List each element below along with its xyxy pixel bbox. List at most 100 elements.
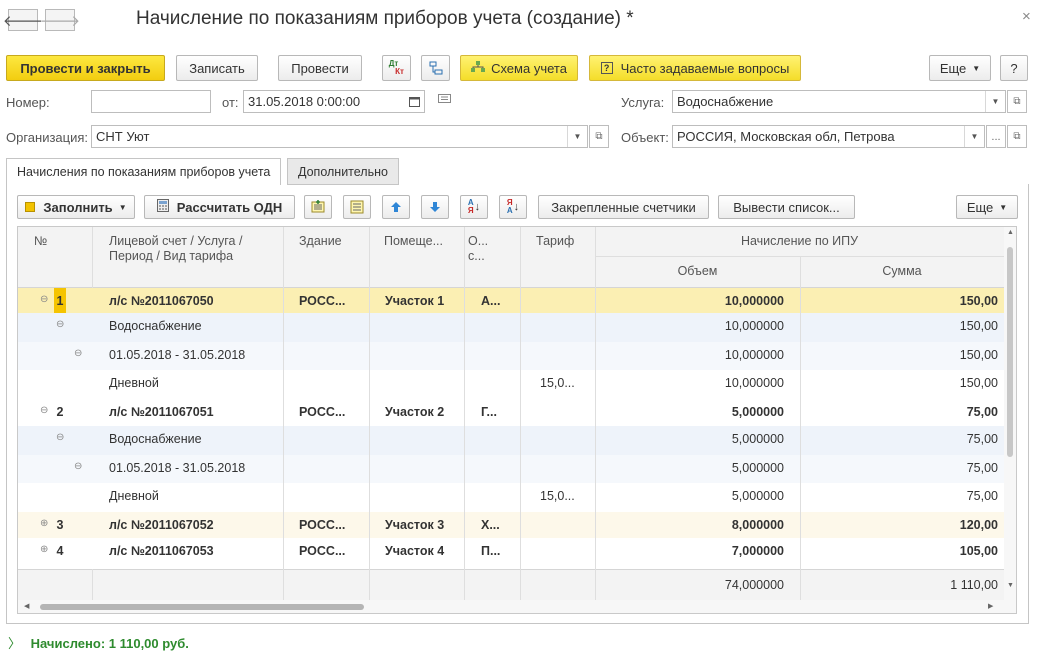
collapse-icon[interactable]: ⊖	[74, 348, 82, 359]
row-room: Участок 3	[385, 518, 445, 532]
object-open-button[interactable]: ⧉	[1007, 125, 1027, 148]
object-select-dots-button[interactable]: ...	[986, 125, 1006, 148]
dt-kt-button[interactable]: Дт Кт	[382, 55, 411, 81]
tab-additional[interactable]: Дополнительно	[287, 158, 399, 185]
col-divider	[92, 227, 93, 288]
vertical-scrollbar[interactable]: ▲ ▼	[1004, 227, 1016, 600]
chevron-right-icon: 〉	[8, 636, 22, 651]
header-account[interactable]: Лицевой счет / Услуга / Период / Вид тар…	[109, 234, 242, 264]
calculator-icon	[156, 199, 169, 215]
status-line[interactable]: 〉 Начислено: 1 110,00 руб.	[8, 633, 189, 652]
object-select[interactable]: РОССИЯ, Московская обл, Петрова ▼	[672, 125, 985, 148]
table-row[interactable]: ⊖ 1 л/с №2011067050 РОСС... Участок 1 А... 10,…	[18, 288, 1004, 314]
table-row[interactable]: ⊖ 01.05.2018 - 31.05.2018 5,000000 75,00	[18, 455, 1004, 483]
move-up-button[interactable]	[382, 195, 410, 219]
add-group-button[interactable]	[304, 195, 332, 219]
more-button[interactable]: Еще ▼	[929, 55, 991, 81]
save-button[interactable]: Записать	[176, 55, 258, 81]
row-sum: 75,00	[966, 405, 998, 419]
table-row[interactable]: Дневной 15,0... 10,000000 150,00	[18, 370, 1004, 399]
col-divider	[283, 227, 284, 600]
organization-open-button[interactable]: ⧉	[589, 125, 609, 148]
fill-button[interactable]: Заполнить ▼	[17, 195, 135, 219]
table-row[interactable]: ⊖ Водоснабжение 10,000000 150,00	[18, 313, 1004, 342]
arrow-right-icon: 🡒	[39, 12, 81, 30]
header-num[interactable]: №	[34, 234, 47, 249]
collapse-icon[interactable]: ⊖	[56, 319, 64, 330]
calendar-icon[interactable]	[404, 91, 424, 112]
accounting-scheme-button[interactable]: Схема учета	[460, 55, 578, 81]
print-list-button[interactable]: Вывести список...	[718, 195, 855, 219]
list-options-button[interactable]	[343, 195, 371, 219]
table-more-label: Еще	[966, 199, 994, 215]
collapse-icon[interactable]: ⊖	[74, 461, 82, 472]
collapse-icon[interactable]: ⊖	[40, 294, 48, 305]
scroll-right-icon[interactable]: ▶	[988, 602, 993, 610]
calc-odn-label: Рассчитать ОДН	[176, 199, 283, 215]
chevron-down-icon[interactable]: ▼	[985, 91, 1005, 112]
chevron-down-icon[interactable]: ▼	[567, 126, 587, 147]
fixed-meters-button[interactable]: Закрепленные счетчики	[538, 195, 709, 219]
row-name: Дневной	[109, 376, 159, 390]
forward-button[interactable]: 🡒	[40, 9, 80, 31]
date-field[interactable]: 31.05.2018 0:00:00	[243, 90, 425, 113]
header-building[interactable]: Здание	[299, 234, 342, 249]
row-volume: 5,000000	[731, 405, 784, 419]
header-ipu[interactable]: Начисление по ИПУ	[595, 234, 1004, 249]
table-row[interactable]: ⊖ 2 л/с №2011067051 РОСС... Участок 2 Г... 5,0…	[18, 399, 1004, 426]
post-button[interactable]: Провести	[278, 55, 362, 81]
service-select[interactable]: Водоснабжение ▼	[672, 90, 1006, 113]
service-open-button[interactable]: ⧉	[1007, 90, 1027, 113]
structure-button[interactable]	[421, 55, 450, 81]
header-sum[interactable]: Сумма	[800, 264, 1004, 279]
table-row[interactable]: ⊕ 3 л/с №2011067052 РОСС... Участок 3 Х... 8,0…	[18, 512, 1004, 538]
expand-icon[interactable]: ⊕	[40, 518, 48, 529]
scroll-left-icon[interactable]: ◀	[24, 602, 29, 610]
post-and-close-button[interactable]: Провести и закрыть	[6, 55, 165, 81]
header-room[interactable]: Помеще...	[384, 234, 443, 249]
row-sum: 150,00	[959, 348, 998, 362]
row-room: Участок 1	[385, 294, 445, 308]
comment-icon[interactable]	[438, 94, 451, 108]
number-field[interactable]	[91, 90, 211, 113]
sort-asc-button[interactable]: А Я ↓	[460, 195, 488, 219]
header-account-line2: Период / Вид тарифа	[109, 249, 234, 263]
collapse-icon[interactable]: ⊖	[56, 432, 64, 443]
calc-odn-button[interactable]: Рассчитать ОДН	[144, 195, 295, 219]
charges-table[interactable]: № Лицевой счет / Услуга / Период / Вид т…	[17, 226, 1017, 614]
row-volume: 10,000000	[724, 376, 784, 390]
hierarchy-icon	[429, 61, 442, 75]
table-row[interactable]: ⊖ 01.05.2018 - 31.05.2018 10,000000 150,00	[18, 342, 1004, 370]
sort-desc-button[interactable]: Я А ↓	[499, 195, 527, 219]
table-row[interactable]: ⊕ 4 л/с №2011067053 РОСС... Участок 4 П... 7,0…	[18, 538, 1004, 564]
open-form-icon: ⧉	[1013, 131, 1021, 142]
header-volume[interactable]: Объем	[595, 264, 800, 279]
scroll-down-icon[interactable]: ▼	[1007, 582, 1014, 589]
horizontal-scroll-thumb[interactable]	[40, 604, 364, 610]
move-down-button[interactable]	[421, 195, 449, 219]
table-row[interactable]: Дневной 15,0... 5,000000 75,00	[18, 483, 1004, 512]
organization-select[interactable]: СНТ Уют ▼	[91, 125, 588, 148]
tab-meter-charges[interactable]: Начисления по показаниям приборов учета	[6, 158, 282, 185]
header-o[interactable]: О... с...	[468, 234, 488, 264]
vertical-scroll-thumb[interactable]	[1007, 247, 1013, 457]
scroll-up-icon[interactable]: ▲	[1007, 229, 1014, 236]
faq-button[interactable]: ? Часто задаваемые вопросы	[589, 55, 801, 81]
table-more-button[interactable]: Еще ▼	[956, 195, 1018, 219]
collapse-icon[interactable]: ⊖	[40, 405, 48, 416]
horizontal-scrollbar[interactable]: ◀ ▶	[18, 600, 1016, 613]
row-name: л/с №2011067051	[109, 405, 214, 419]
col-divider	[595, 227, 596, 600]
table-row[interactable]: ⊖ Водоснабжение 5,000000 75,00	[18, 426, 1004, 455]
header-tariff[interactable]: Тариф	[536, 234, 574, 249]
help-button[interactable]: ?	[1000, 55, 1028, 81]
scheme-icon	[471, 60, 486, 76]
row-number: 2	[56, 405, 64, 419]
close-icon[interactable]: ×	[1022, 8, 1031, 25]
expand-icon[interactable]: ⊕	[40, 544, 48, 555]
row-volume: 5,000000	[731, 432, 784, 446]
back-button[interactable]: 🡐	[3, 9, 43, 31]
row-name: Дневной	[109, 489, 159, 503]
chevron-down-icon[interactable]: ▼	[964, 126, 984, 147]
row-o: П...	[481, 544, 501, 558]
